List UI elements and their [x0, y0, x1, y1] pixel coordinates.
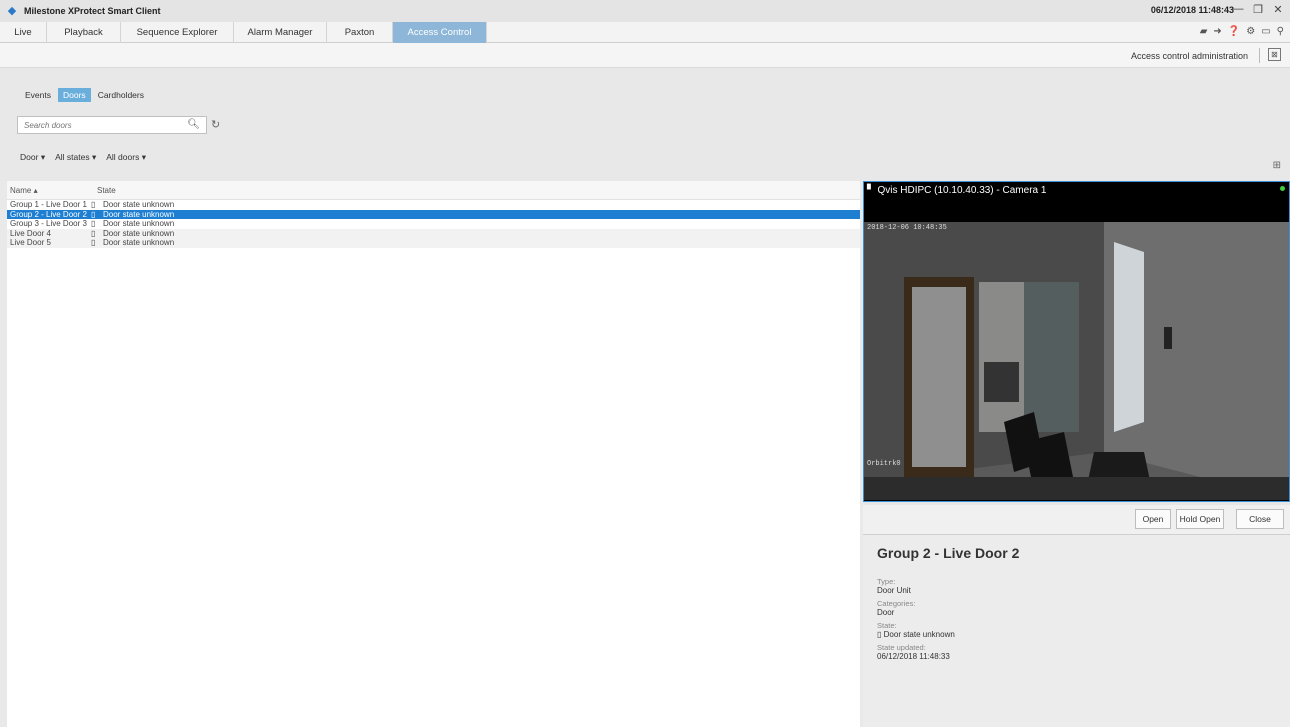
row-state: Door state unknown: [103, 200, 175, 209]
restore-icon[interactable]: ❐: [1252, 3, 1264, 16]
camera-title-text: Qvis HDIPC (10.10.40.33) - Camera 1: [877, 185, 1047, 196]
admin-bar: Access control administration ⊠: [0, 43, 1290, 68]
main-tab-bar: Live Playback Sequence Explorer Alarm Ma…: [0, 22, 1290, 43]
search-box: 🔍︎: [17, 116, 207, 134]
state-updated-value: 06/12/2018 11:48:33: [877, 652, 950, 661]
categories-label: Categories:: [877, 599, 916, 608]
open-button[interactable]: Open: [1135, 509, 1171, 529]
filter-area: Events Doors Cardholders 🔍︎ ↻ Door ▾ All…: [0, 68, 1290, 181]
subtab-doors[interactable]: Doors: [58, 88, 91, 102]
access-control-administration-link[interactable]: Access control administration: [1131, 51, 1248, 61]
tab-paxton[interactable]: Paxton: [327, 22, 393, 43]
camera-overlay-label: Orbitrk0: [867, 460, 901, 468]
column-header-name[interactable]: Name ▴: [10, 186, 38, 195]
camera-status-dot: [1280, 186, 1285, 191]
status-icon[interactable]: ⚲: [1277, 26, 1284, 37]
row-name: Live Door 4: [10, 228, 51, 238]
state-label: State:: [877, 621, 897, 630]
app-title: Milestone XProtect Smart Client: [24, 6, 161, 16]
door-icon: ▯: [91, 209, 96, 219]
chevron-down-icon: ▾: [91, 152, 97, 162]
door-icon: ▯: [91, 228, 96, 238]
camera-image: [864, 222, 1289, 500]
table-row[interactable]: Live Door 4 ▯ Door state unknown: [7, 228, 860, 238]
doors-dropdown-label: All doors: [106, 152, 140, 162]
layout-icon[interactable]: ⊞: [1273, 160, 1281, 171]
subtab-events[interactable]: Events: [20, 88, 56, 102]
sort-ascending-icon: ▴: [33, 186, 38, 195]
type-label: Type:: [877, 577, 896, 586]
search-icon[interactable]: 🔍︎: [187, 119, 200, 130]
state-value-row: ▯ Door state unknown: [877, 630, 1276, 639]
door-icon: ▯: [877, 630, 882, 639]
chevron-down-icon: ▾: [40, 152, 46, 162]
door-list: Name ▴ State Group 1 - Live Door 1 ▯ Doo…: [7, 181, 860, 727]
type-value: Door Unit: [877, 586, 911, 595]
categories-value: Door: [877, 608, 895, 617]
camera-flag-icon: ▘: [867, 185, 875, 196]
table-row[interactable]: Group 3 - Live Door 3 ▯ Door state unkno…: [7, 219, 860, 229]
door-icon: ▯: [91, 200, 96, 209]
door-icon: ▯: [91, 219, 96, 228]
search-input[interactable]: [18, 117, 178, 133]
row-state: Door state unknown: [103, 238, 175, 247]
row-name: Live Door 5: [10, 238, 51, 247]
list-header: Name ▴ State: [7, 181, 860, 200]
row-name: Group 3 - Live Door 3: [10, 219, 87, 228]
door-icon: ▯: [91, 238, 96, 247]
table-row[interactable]: Live Door 5 ▯ Door state unknown: [7, 238, 860, 248]
tab-sequence-explorer[interactable]: Sequence Explorer: [121, 22, 234, 43]
camera-timestamp: 2018-12-06 10:48:35: [867, 224, 947, 232]
door-details: Group 2 - Live Door 2 Type: Door Unit Ca…: [863, 535, 1290, 727]
tab-alarm-manager[interactable]: Alarm Manager: [234, 22, 327, 43]
row-state: Door state unknown: [103, 219, 175, 228]
table-row[interactable]: Group 2 - Live Door 2 ▯ Door state unkno…: [7, 209, 860, 219]
row-name: Group 2 - Live Door 2: [10, 209, 87, 219]
doors-dropdown[interactable]: All doors ▾: [106, 152, 146, 163]
help-icon[interactable]: ❓: [1228, 26, 1240, 37]
subtab-bar: Events Doors Cardholders: [20, 88, 151, 102]
tab-access-control[interactable]: Access Control: [393, 22, 487, 43]
row-state: Door state unknown: [103, 228, 175, 238]
door-detail-pane: ▘ Qvis HDIPC (10.10.40.33) - Camera 1 20…: [863, 181, 1290, 727]
window-controls: — ❐ ✕: [1232, 3, 1284, 16]
minimize-icon[interactable]: —: [1232, 3, 1244, 16]
close-button[interactable]: Close: [1236, 509, 1284, 529]
type-dropdown[interactable]: Door ▾: [20, 152, 45, 163]
type-dropdown-label: Door: [20, 152, 39, 162]
close-icon[interactable]: ✕: [1272, 3, 1284, 16]
chevron-down-icon: ▾: [141, 152, 146, 162]
clock: 06/12/2018 11:48:43: [1150, 5, 1234, 15]
camera-view[interactable]: ▘ Qvis HDIPC (10.10.40.33) - Camera 1 20…: [863, 181, 1290, 502]
tab-live[interactable]: Live: [0, 22, 47, 43]
toolbar-icons: ▰ ➜ ❓ ⚙ ▭ ⚲: [1200, 26, 1284, 37]
door-title: Group 2 - Live Door 2: [877, 545, 1020, 561]
milestone-logo-icon: ◆: [7, 5, 17, 17]
column-header-name-label: Name: [10, 186, 32, 195]
states-dropdown[interactable]: All states ▾: [55, 152, 96, 163]
subtab-cardholders[interactable]: Cardholders: [93, 88, 149, 102]
state-value: Door state unknown: [883, 630, 955, 639]
divider: [1259, 48, 1260, 63]
camera-tool-icon[interactable]: ▰: [1200, 26, 1208, 37]
title-bar: ◆ Milestone XProtect Smart Client 06/12/…: [0, 0, 1290, 22]
column-header-state[interactable]: State: [97, 186, 116, 195]
tab-playback[interactable]: Playback: [47, 22, 121, 43]
hold-open-button[interactable]: Hold Open: [1176, 509, 1224, 529]
filter-dropdowns: Door ▾ All states ▾ All doors ▾: [20, 152, 146, 163]
row-state: Door state unknown: [103, 209, 175, 219]
camera-title: ▘ Qvis HDIPC (10.10.40.33) - Camera 1: [867, 185, 1046, 196]
refresh-icon[interactable]: ↻: [211, 118, 220, 131]
table-row[interactable]: Group 1 - Live Door 1 ▯ Door state unkno…: [7, 200, 860, 210]
gear-icon[interactable]: ⚙: [1246, 26, 1255, 37]
states-dropdown-label: All states: [55, 152, 90, 162]
expand-icon[interactable]: ⊠: [1268, 48, 1281, 61]
door-action-bar: Open Hold Open Close: [863, 505, 1290, 535]
row-name: Group 1 - Live Door 1: [10, 200, 87, 209]
state-updated-label: State updated:: [877, 643, 926, 652]
monitor-icon[interactable]: ▭: [1261, 26, 1270, 37]
arrow-icon[interactable]: ➜: [1213, 26, 1221, 37]
